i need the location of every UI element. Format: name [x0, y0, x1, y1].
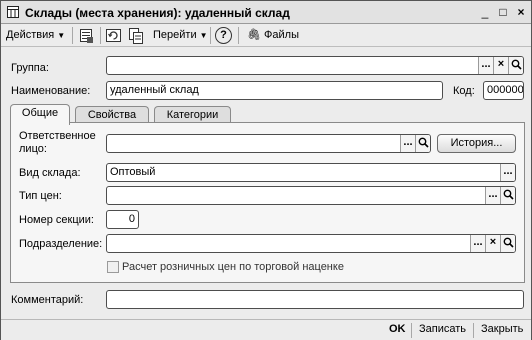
select-button[interactable]: ... [485, 187, 500, 204]
retail-price-checkbox[interactable] [107, 261, 119, 273]
catalog-window: Склады (места хранения): удаленный склад… [0, 0, 532, 340]
comment-field[interactable] [106, 290, 524, 309]
toolbar-separator [100, 27, 101, 44]
list-view-icon[interactable] [78, 27, 95, 44]
search-icon[interactable] [415, 135, 430, 152]
section-number-field[interactable]: 0 [106, 210, 139, 229]
ok-button[interactable]: OK [389, 323, 406, 335]
select-button[interactable]: ... [400, 135, 415, 152]
name-value: удаленный склад [110, 84, 199, 96]
clear-button[interactable]: × [485, 235, 500, 252]
minimize-button[interactable]: _ [478, 5, 492, 19]
department-field[interactable]: ... × [106, 234, 516, 253]
footer-bar: OK Записать Закрыть [1, 319, 531, 340]
toolbar-separator [72, 27, 73, 44]
toolbar: Действия ▼ Перейти ▼ ? 🖇 Файлы [1, 24, 531, 47]
name-field[interactable]: удаленный склад [106, 81, 443, 100]
clear-button[interactable]: × [493, 57, 508, 74]
save-button[interactable]: Записать [419, 323, 466, 335]
code-label: Код: [453, 85, 475, 97]
select-button[interactable]: ... [500, 164, 515, 181]
actions-menu[interactable]: Действия ▼ [6, 27, 65, 44]
select-button[interactable]: ... [470, 235, 485, 252]
price-type-field[interactable]: ... [106, 186, 516, 205]
name-label: Наименование: [11, 85, 91, 97]
help-icon[interactable]: ? [215, 27, 232, 44]
search-icon[interactable] [500, 187, 515, 204]
group-field[interactable]: ... × [106, 56, 524, 75]
warehouse-type-label: Вид склада: [19, 167, 81, 179]
refresh-icon[interactable] [105, 27, 122, 44]
actions-label: Действия [6, 29, 55, 41]
code-value: 000000 [487, 84, 524, 96]
search-icon[interactable] [500, 235, 515, 252]
files-button[interactable]: 🖇 Файлы [247, 27, 299, 44]
responsible-label-line2: лицо: [19, 143, 47, 155]
warehouse-type-field[interactable]: Оптовый ... [106, 163, 516, 182]
paperclip-icon: 🖇 [247, 29, 261, 41]
group-label: Группа: [11, 62, 49, 74]
close-window-button[interactable]: × [514, 5, 528, 19]
section-number-label: Номер секции: [19, 214, 94, 226]
dropdown-arrow-icon: ▼ [199, 31, 208, 40]
toolbar-separator [210, 27, 211, 44]
footer-separator [411, 323, 412, 338]
dropdown-arrow-icon: ▼ [57, 31, 66, 40]
toolbar-separator [238, 27, 239, 44]
responsible-label-line1: Ответственное [19, 130, 96, 142]
goto-menu[interactable]: Перейти ▼ [153, 27, 208, 44]
search-icon[interactable] [508, 57, 523, 74]
comment-label: Комментарий: [11, 294, 84, 306]
footer-separator [473, 323, 474, 338]
close-button[interactable]: Закрыть [481, 323, 523, 335]
code-field[interactable]: 000000 [483, 81, 524, 100]
department-label: Подразделение: [19, 238, 103, 250]
table-icon [7, 6, 19, 18]
section-number-value: 0 [128, 213, 135, 225]
responsible-field[interactable]: ... [106, 134, 431, 153]
history-button[interactable]: История... [437, 134, 516, 153]
title-bar[interactable]: Склады (места хранения): удаленный склад… [1, 1, 531, 24]
window-title: Склады (места хранения): удаленный склад [25, 6, 290, 20]
maximize-button[interactable]: □ [496, 5, 510, 19]
responsible-label: Ответственное лицо: [19, 130, 96, 156]
copy-document-icon[interactable] [127, 27, 144, 44]
warehouse-type-value: Оптовый [110, 166, 156, 178]
retail-price-label: Расчет розничных цен по торговой наценке [122, 261, 344, 273]
files-label: Файлы [264, 29, 299, 41]
goto-label: Перейти [153, 29, 197, 41]
price-type-label: Тип цен: [19, 190, 62, 202]
select-button[interactable]: ... [478, 57, 493, 74]
tab-general[interactable]: Общие [10, 104, 70, 125]
